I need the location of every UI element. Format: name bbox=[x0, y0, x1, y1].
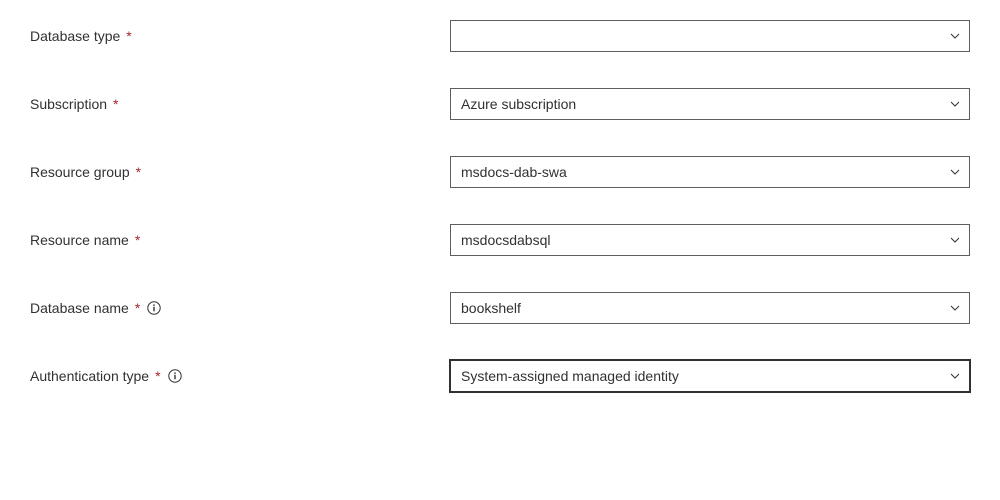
field-authentication-type-row: Authentication type * System-assigned ma… bbox=[30, 360, 970, 392]
required-marker: * bbox=[135, 300, 140, 316]
required-marker: * bbox=[136, 164, 141, 180]
field-authentication-type-control: System-assigned managed identity bbox=[450, 360, 970, 392]
field-database-name-label: Database name bbox=[30, 300, 129, 316]
authentication-type-value: System-assigned managed identity bbox=[461, 368, 679, 384]
chevron-down-icon bbox=[949, 370, 961, 382]
form-container: Database type * Subscription * Azure sub… bbox=[30, 20, 970, 392]
field-database-type-control bbox=[450, 20, 970, 52]
field-resource-name-row: Resource name * msdocsdabsql bbox=[30, 224, 970, 256]
chevron-down-icon bbox=[949, 302, 961, 314]
resource-group-dropdown[interactable]: msdocs-dab-swa bbox=[450, 156, 970, 188]
info-icon[interactable] bbox=[147, 301, 161, 315]
field-database-type-label: Database type bbox=[30, 28, 120, 44]
field-database-name-control: bookshelf bbox=[450, 292, 970, 324]
field-subscription-control: Azure subscription bbox=[450, 88, 970, 120]
field-resource-name-label: Resource name bbox=[30, 232, 129, 248]
required-marker: * bbox=[155, 368, 160, 384]
subscription-value: Azure subscription bbox=[461, 96, 576, 112]
database-type-dropdown[interactable] bbox=[450, 20, 970, 52]
field-subscription-label-col: Subscription * bbox=[30, 96, 450, 112]
field-database-name-row: Database name * bookshelf bbox=[30, 292, 970, 324]
field-authentication-type-label-col: Authentication type * bbox=[30, 368, 450, 384]
field-resource-group-label-col: Resource group * bbox=[30, 164, 450, 180]
chevron-down-icon bbox=[949, 234, 961, 246]
database-name-dropdown[interactable]: bookshelf bbox=[450, 292, 970, 324]
subscription-dropdown[interactable]: Azure subscription bbox=[450, 88, 970, 120]
chevron-down-icon bbox=[949, 166, 961, 178]
required-marker: * bbox=[113, 96, 118, 112]
field-resource-group-label: Resource group bbox=[30, 164, 130, 180]
required-marker: * bbox=[135, 232, 140, 248]
resource-name-value: msdocsdabsql bbox=[461, 232, 551, 248]
field-subscription-row: Subscription * Azure subscription bbox=[30, 88, 970, 120]
field-resource-name-control: msdocsdabsql bbox=[450, 224, 970, 256]
authentication-type-dropdown[interactable]: System-assigned managed identity bbox=[450, 360, 970, 392]
required-marker: * bbox=[126, 28, 131, 44]
resource-group-value: msdocs-dab-swa bbox=[461, 164, 567, 180]
field-database-name-label-col: Database name * bbox=[30, 300, 450, 316]
field-subscription-label: Subscription bbox=[30, 96, 107, 112]
field-resource-group-row: Resource group * msdocs-dab-swa bbox=[30, 156, 970, 188]
chevron-down-icon bbox=[949, 98, 961, 110]
field-resource-name-label-col: Resource name * bbox=[30, 232, 450, 248]
resource-name-dropdown[interactable]: msdocsdabsql bbox=[450, 224, 970, 256]
chevron-down-icon bbox=[949, 30, 961, 42]
field-database-type-label-col: Database type * bbox=[30, 28, 450, 44]
info-icon[interactable] bbox=[168, 369, 182, 383]
database-name-value: bookshelf bbox=[461, 300, 521, 316]
field-authentication-type-label: Authentication type bbox=[30, 368, 149, 384]
field-database-type-row: Database type * bbox=[30, 20, 970, 52]
field-resource-group-control: msdocs-dab-swa bbox=[450, 156, 970, 188]
